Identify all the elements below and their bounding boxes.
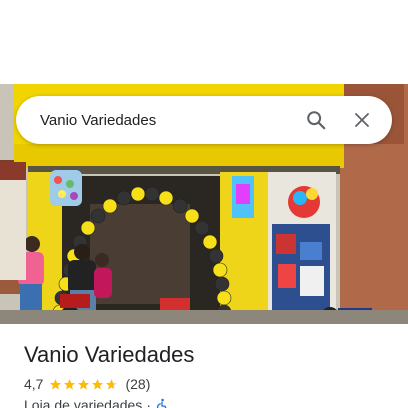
close-icon — [355, 113, 369, 127]
rating-value: 4,7 — [24, 376, 44, 392]
star-icon — [78, 378, 90, 389]
wheelchair-icon — [156, 398, 167, 408]
search-button[interactable] — [296, 100, 336, 140]
star-icon — [92, 378, 104, 389]
place-category: Loja de variedades — [24, 397, 143, 408]
star-icon — [64, 378, 76, 389]
search-input[interactable] — [40, 111, 296, 129]
rating-row[interactable]: 4,7 (28) — [24, 376, 150, 392]
half-star-icon — [106, 378, 118, 389]
search-bar — [16, 96, 392, 144]
review-count: (28) — [125, 376, 151, 392]
place-title: Vanio Variedades — [24, 342, 195, 367]
search-icon — [307, 111, 326, 130]
category-row: Loja de variedades · — [24, 397, 169, 408]
star-rating — [49, 378, 119, 391]
star-icon — [50, 378, 62, 389]
clear-search-button[interactable] — [342, 100, 382, 140]
separator: · — [146, 397, 151, 408]
